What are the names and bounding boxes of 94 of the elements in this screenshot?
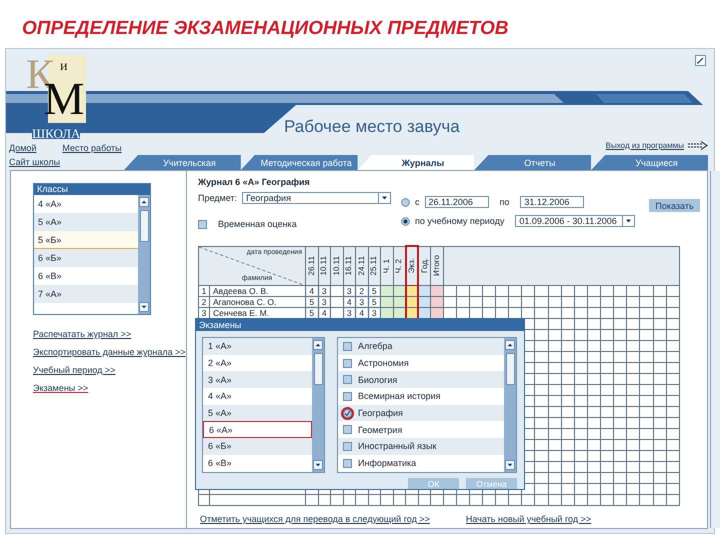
- class-list-item[interactable]: 5 «А»: [203, 404, 312, 422]
- radio-label: с: [415, 197, 420, 207]
- tab[interactable]: Журналы: [358, 155, 474, 170]
- scroll-up-icon[interactable]: [139, 197, 149, 207]
- field-label: по: [500, 197, 510, 207]
- scroll-up-icon[interactable]: [313, 340, 323, 350]
- period-dropdown[interactable]: 01.09.2006 - 30.11.2006: [515, 215, 636, 227]
- column-header: 26.11: [306, 246, 318, 286]
- edit-icon[interactable]: [695, 55, 706, 66]
- checkbox-label: Биология: [358, 374, 398, 387]
- dropdown-arrow-icon[interactable]: [378, 193, 390, 203]
- scroll-down-icon[interactable]: [139, 302, 149, 312]
- side-link[interactable]: Экспортировать данные журнала >>: [33, 347, 186, 357]
- site-link[interactable]: Сайт школы: [9, 156, 60, 166]
- side-link[interactable]: Распечатать журнал >>: [33, 329, 186, 339]
- radio-button[interactable]: [401, 216, 410, 226]
- column-header: 10.11: [318, 246, 331, 286]
- radio-label: по учебному периоду: [415, 216, 504, 226]
- class-list-item[interactable]: 5 «А»: [34, 213, 138, 231]
- scroll-up-icon[interactable]: [505, 340, 515, 350]
- dialog-title: Экзамены: [196, 319, 524, 331]
- scroll-down-icon[interactable]: [505, 460, 515, 470]
- list-header: Классы: [34, 184, 150, 195]
- scrollbar[interactable]: [504, 338, 516, 472]
- logo-letter: и: [60, 59, 68, 75]
- checkbox[interactable]: [343, 425, 352, 434]
- checkbox[interactable]: [343, 342, 352, 351]
- checkbox[interactable]: [343, 408, 352, 418]
- table-cell: Авдеева О. В.: [210, 286, 306, 296]
- class-list-item[interactable]: 7 «А»: [34, 285, 138, 303]
- journal-title: Журнал 6 «А» География: [198, 177, 311, 189]
- checkbox-label: Геометрия: [358, 424, 402, 437]
- column-header: 24.11: [356, 246, 368, 286]
- subject-label: Предмет:: [198, 193, 238, 203]
- checkbox[interactable]: [343, 392, 352, 401]
- tab[interactable]: Отчеты: [474, 155, 592, 170]
- scrollbar-thumb[interactable]: [506, 353, 514, 385]
- tab[interactable]: Методическая работа: [240, 155, 358, 170]
- nav-link[interactable]: Место работы: [62, 143, 122, 153]
- checkbox-label: Астрономия: [358, 357, 409, 370]
- class-list-item[interactable]: 1 «А»: [203, 338, 312, 355]
- checkbox-label: Информатика: [358, 457, 416, 470]
- column-header: 16.11: [343, 246, 356, 286]
- column-header: Год.: [418, 246, 431, 286]
- scrollbar[interactable]: [312, 338, 324, 472]
- column-header: 25.11: [368, 246, 381, 286]
- scrollbar-thumb[interactable]: [314, 353, 322, 385]
- nav-link[interactable]: Домой: [9, 143, 36, 153]
- checkbox[interactable]: [198, 220, 207, 228]
- checkbox[interactable]: [343, 442, 352, 451]
- column-header: 10.11: [330, 246, 344, 286]
- column-header: Ч. 1: [380, 246, 394, 286]
- table-cell: 1: [198, 286, 210, 296]
- class-list-item[interactable]: 6 «А»: [203, 421, 312, 438]
- checkbox-label: Алгебра: [358, 340, 392, 354]
- checkbox[interactable]: [343, 358, 352, 368]
- tab[interactable]: Учительская: [124, 155, 241, 170]
- date-field[interactable]: 31.12.2006: [520, 196, 584, 208]
- class-list-item[interactable]: 5 «Б»: [34, 231, 138, 249]
- class-list-item[interactable]: 2 «А»: [203, 354, 312, 372]
- subject-dropdown[interactable]: География: [242, 192, 391, 204]
- column-header: Экз.: [406, 246, 418, 286]
- logo-caption: ШКОЛА: [32, 127, 80, 139]
- exit-link[interactable]: Выход из программы: [606, 140, 684, 150]
- class-list-item[interactable]: 6 «В»: [34, 267, 138, 285]
- side-link[interactable]: Экзамены >>: [33, 383, 186, 393]
- tab[interactable]: Учащиеся: [591, 155, 708, 170]
- column-header: Итого: [430, 246, 444, 286]
- page-title: Рабочее место завуча: [283, 117, 461, 137]
- show-button[interactable]: Показать: [649, 199, 700, 212]
- checkbox-label: Иностранный язык: [358, 440, 436, 454]
- footer-link[interactable]: Начать новый учебный год >>: [466, 514, 592, 524]
- class-list-item[interactable]: 6 «Б»: [34, 249, 138, 267]
- scrollbar[interactable]: [138, 195, 150, 314]
- scroll-down-icon[interactable]: [313, 460, 323, 470]
- class-list-item[interactable]: 4 «А»: [34, 195, 138, 213]
- checkbox-label: Всемирная история: [358, 390, 441, 404]
- radio-button[interactable]: [401, 198, 410, 206]
- side-link[interactable]: Учебный период >>: [33, 365, 186, 375]
- footer-link[interactable]: Отметить учащихся для перевода в следующий год >>: [200, 514, 430, 524]
- checkbox-label: Временная оценка: [218, 219, 297, 229]
- checkbox[interactable]: [343, 458, 352, 468]
- table-cell: Агапонова С. О.: [210, 296, 306, 308]
- class-list-item[interactable]: 4 «А»: [203, 388, 312, 405]
- scrollbar-thumb[interactable]: [140, 210, 148, 242]
- date-field[interactable]: 26.11.2006: [424, 196, 488, 208]
- class-list-item[interactable]: 3 «А»: [203, 371, 312, 388]
- class-list-item[interactable]: 6 «В»: [203, 454, 312, 472]
- checkbox[interactable]: [343, 375, 352, 384]
- arrow-right-icon[interactable]: [688, 140, 708, 150]
- slide-title: ОПРЕДЕЛЕНИЕ ЭКЗАМЕНАЦИОННЫХ ПРЕДМЕТОВ: [21, 17, 510, 41]
- class-list-item[interactable]: 6 «Б»: [203, 438, 312, 455]
- checkbox-label: География: [358, 407, 403, 420]
- table-cell: 2: [198, 296, 210, 308]
